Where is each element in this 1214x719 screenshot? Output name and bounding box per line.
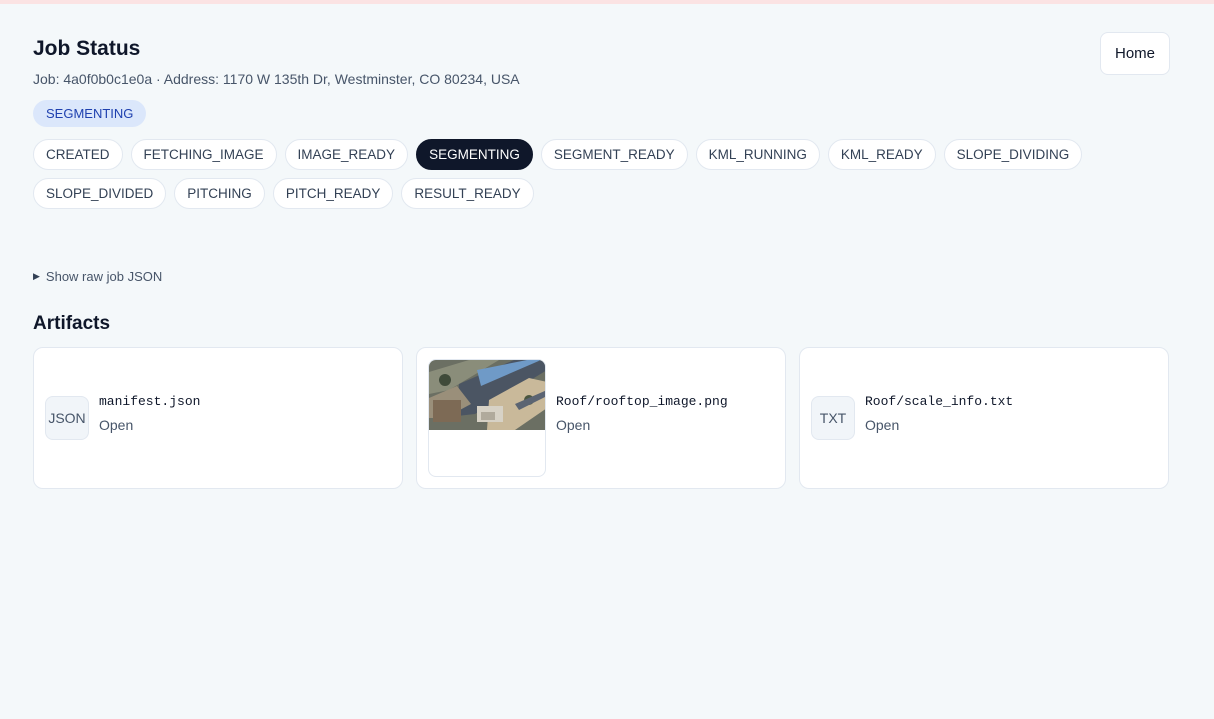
artifact-name: Roof/rooftop_image.png (556, 393, 728, 409)
artifact-card-scale-info: TXT Roof/scale_info.txt Open (799, 347, 1169, 489)
step-image-ready: IMAGE_READY (284, 139, 409, 170)
home-button[interactable]: Home (1099, 32, 1170, 75)
open-link[interactable]: Open (99, 417, 200, 433)
artifacts-heading: Artifacts (33, 313, 111, 334)
page-header: Job Status Job: 4a0f0b0c1e0a · Address: … (33, 32, 1170, 127)
step-segmenting: SEGMENTING (416, 139, 533, 170)
status-badge: SEGMENTING (33, 100, 147, 127)
artifact-card-manifest: JSON manifest.json Open (33, 347, 403, 489)
step-created: CREATED (33, 139, 123, 170)
step-fetching-image: FETCHING_IMAGE (130, 139, 277, 170)
json-file-icon: JSON (45, 396, 89, 440)
step-kml-running: KML_RUNNING (695, 139, 820, 170)
step-pitching: PITCHING (174, 178, 265, 209)
step-segment-ready: SEGMENT_READY (540, 139, 688, 170)
artifact-name: Roof/scale_info.txt (865, 393, 1014, 409)
raw-json-toggle[interactable]: ▶ Show raw job JSON (33, 269, 1170, 284)
step-kml-ready: KML_READY (827, 139, 936, 170)
artifacts-list: JSON manifest.json Open Roof/rooftop_ima… (33, 347, 1170, 489)
step-slope-divided: SLOPE_DIVIDED (33, 178, 167, 209)
status-steps: CREATED FETCHING_IMAGE IMAGE_READY SEGME… (33, 139, 1093, 209)
artifact-meta: Roof/rooftop_image.png Open (556, 394, 728, 433)
step-result-ready: RESULT_READY (401, 178, 534, 209)
open-link[interactable]: Open (556, 417, 728, 433)
job-status-page: Job Status Job: 4a0f0b0c1e0a · Address: … (33, 32, 1170, 489)
page-title: Job Status (33, 37, 141, 60)
txt-file-icon: TXT (811, 396, 855, 440)
step-slope-dividing: SLOPE_DIVIDING (943, 139, 1083, 170)
raw-json-toggle-label: Show raw job JSON (45, 269, 163, 284)
top-accent-line (0, 0, 1214, 4)
header-text: Job Status Job: 4a0f0b0c1e0a · Address: … (33, 36, 520, 127)
disclosure-triangle-icon: ▶ (33, 271, 40, 281)
artifact-name: manifest.json (99, 393, 201, 409)
rooftop-thumbnail-icon (429, 360, 545, 430)
job-subtitle: Job: 4a0f0b0c1e0a · Address: 1170 W 135t… (33, 71, 520, 87)
artifact-meta: Roof/scale_info.txt Open (865, 394, 1013, 433)
open-link[interactable]: Open (865, 417, 1013, 433)
step-pitch-ready: PITCH_READY (272, 178, 394, 209)
image-thumbnail[interactable] (428, 359, 546, 477)
artifact-meta: manifest.json Open (99, 394, 200, 433)
artifact-card-rooftop-image: Roof/rooftop_image.png Open (416, 347, 786, 489)
